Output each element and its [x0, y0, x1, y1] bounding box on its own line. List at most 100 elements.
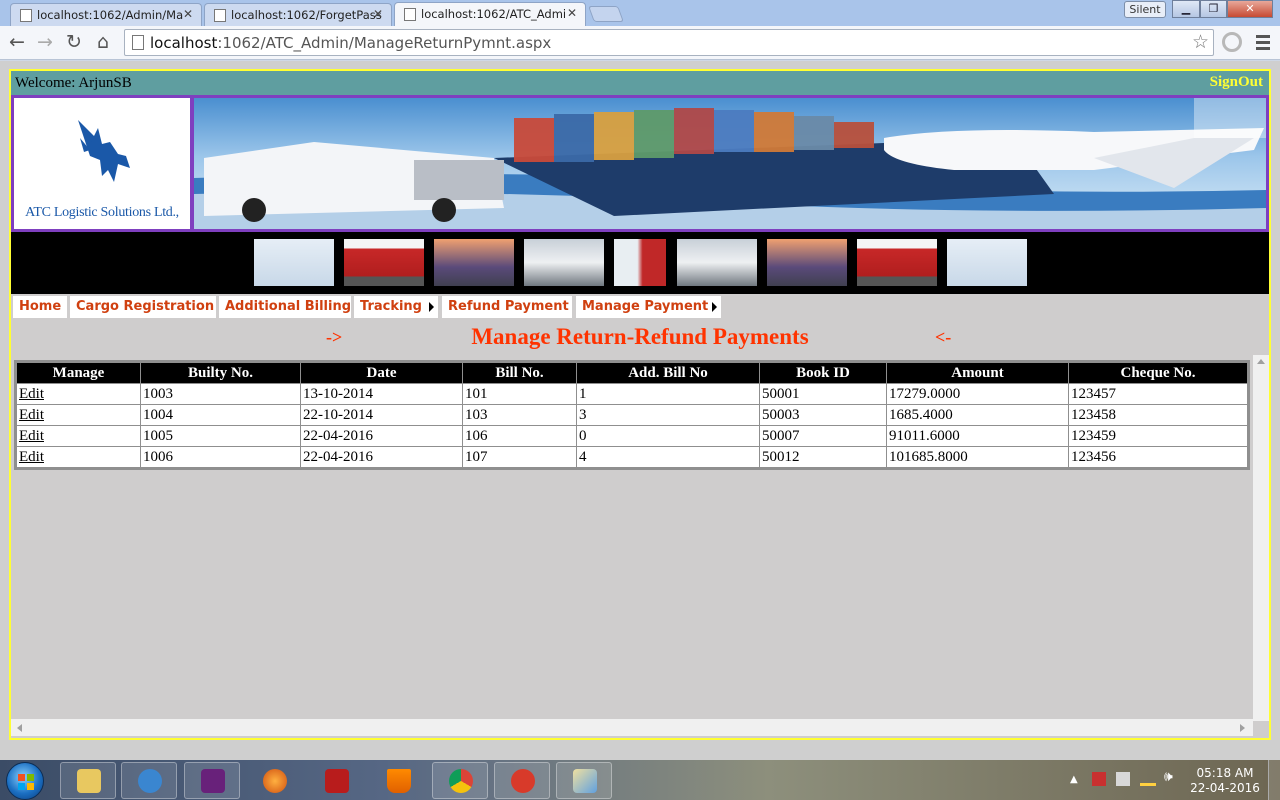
taskbar-clock[interactable]: 05:18 AM 22-04-2016 — [1190, 766, 1260, 796]
tab-title: localhost:1062/ForgetPass — [231, 8, 382, 22]
back-arrow-icon[interactable]: ← — [5, 30, 29, 54]
edit-link[interactable]: Edit — [19, 428, 44, 444]
cheque-no-cell: 123457 — [1068, 383, 1248, 405]
col-amount: Amount — [886, 362, 1069, 384]
browser-menu-icon[interactable] — [1256, 35, 1270, 53]
media-player-taskbar-button[interactable] — [121, 762, 177, 799]
menu-additional-billing[interactable]: Additional Billing — [219, 296, 351, 318]
col-cheque-no: Cheque No. — [1068, 362, 1248, 384]
chrome-taskbar-button[interactable] — [432, 762, 488, 799]
builty-no-cell: 1005 — [140, 425, 301, 447]
cheque-no-cell: 123456 — [1068, 446, 1248, 468]
action-center-icon[interactable] — [1092, 772, 1106, 786]
submenu-arrow-icon — [429, 302, 434, 312]
close-tab-icon[interactable]: ✕ — [567, 6, 577, 20]
forward-arrow-icon[interactable]: → — [33, 30, 57, 54]
vlc-icon — [387, 769, 411, 793]
menu-home[interactable]: Home — [13, 296, 67, 318]
firefox-taskbar-button[interactable] — [246, 762, 302, 799]
browser-toolbar: ← → ↻ ⌂ localhost:1062/ATC_Admin/ManageR… — [0, 26, 1280, 60]
acrobat-taskbar-button[interactable] — [308, 762, 364, 799]
hero-image — [194, 98, 1266, 229]
close-tab-icon[interactable]: ✕ — [373, 7, 383, 21]
table-row: Edit 1003 13-10-2014 101 1 50001 17279.0… — [16, 383, 1248, 405]
reload-icon[interactable]: ↻ — [62, 30, 86, 54]
menu-tracking[interactable]: Tracking — [354, 296, 438, 318]
visual-studio-icon — [201, 769, 225, 793]
cheque-no-cell: 123459 — [1068, 425, 1248, 447]
grid-header-row: Manage Builty No. Date Bill No. Add. Bil… — [16, 362, 1248, 384]
minimize-button[interactable]: ▁ — [1172, 0, 1200, 18]
address-bar[interactable]: localhost:1062/ATC_Admin/ManageReturnPym… — [124, 29, 1214, 56]
scroll-right-icon[interactable] — [1240, 724, 1245, 732]
bill-no-cell: 106 — [462, 425, 577, 447]
amount-cell: 101685.8000 — [886, 446, 1069, 468]
image-strip — [11, 232, 1269, 294]
edit-cell: Edit — [16, 425, 141, 447]
visual-studio-taskbar-button[interactable] — [184, 762, 240, 799]
horizontal-scrollbar[interactable] — [11, 719, 1253, 736]
scroll-left-icon[interactable] — [17, 724, 22, 732]
start-button[interactable] — [6, 762, 44, 800]
hero-illustration — [194, 98, 1266, 229]
show-hidden-icons-icon[interactable]: ▲ — [1070, 774, 1078, 785]
plane-truck-thumbnail — [254, 239, 334, 286]
paint-icon — [573, 769, 597, 793]
home-icon[interactable]: ⌂ — [91, 30, 115, 54]
tab-atc-admin[interactable]: localhost:1062/ATC_Admi ✕ — [394, 2, 586, 26]
menu-manage-payment[interactable]: Manage Payment — [576, 296, 721, 318]
builty-no-cell: 1003 — [140, 383, 301, 405]
date-cell: 22-04-2016 — [300, 446, 463, 468]
bill-no-cell: 103 — [462, 404, 577, 426]
cheque-no-cell: 123458 — [1068, 404, 1248, 426]
network-icon[interactable] — [1140, 772, 1156, 786]
sunset-truck-thumbnail — [434, 239, 514, 286]
clock-date: 22-04-2016 — [1190, 781, 1260, 795]
folder-icon — [77, 769, 101, 793]
payments-grid: Manage Builty No. Date Bill No. Add. Bil… — [14, 360, 1250, 470]
col-bill-no: Bill No. — [462, 362, 577, 384]
edit-cell: Edit — [16, 383, 141, 405]
welcome-bar: Welcome: ArjunSB SignOut — [11, 71, 1269, 95]
bookmark-star-icon[interactable]: ☆ — [1192, 31, 1209, 53]
tab-title: localhost:1062/Admin/Ma — [37, 8, 184, 22]
new-tab-button[interactable] — [588, 6, 624, 22]
edit-link[interactable]: Edit — [19, 407, 44, 423]
amount-cell: 91011.6000 — [886, 425, 1069, 447]
ccleaner-taskbar-button[interactable] — [494, 762, 550, 799]
page-icon — [404, 8, 416, 21]
volume-icon[interactable]: 🕪 — [1164, 769, 1173, 785]
table-row: Edit 1005 22-04-2016 106 0 50007 91011.6… — [16, 425, 1248, 447]
extension-icon[interactable] — [1222, 32, 1242, 52]
vlc-taskbar-button[interactable] — [370, 762, 426, 799]
title-arrow-right: <- — [935, 327, 952, 347]
menu-cargo-registration[interactable]: Cargo Registration — [70, 296, 216, 318]
table-row: Edit 1004 22-10-2014 103 3 50003 1685.40… — [16, 404, 1248, 426]
red-truck-thumbnail — [344, 239, 424, 286]
vertical-scrollbar[interactable] — [1253, 355, 1269, 721]
edit-link[interactable]: Edit — [19, 449, 44, 465]
paint-taskbar-button[interactable] — [556, 762, 612, 799]
close-window-button[interactable]: ✕ — [1227, 0, 1273, 18]
col-add-bill-no: Add. Bill No — [576, 362, 760, 384]
tab-admin[interactable]: localhost:1062/Admin/Ma ✕ — [10, 3, 202, 26]
scroll-up-icon[interactable] — [1257, 359, 1265, 364]
close-tab-icon[interactable]: ✕ — [183, 7, 193, 21]
edit-link[interactable]: Edit — [19, 386, 44, 402]
edit-cell: Edit — [16, 404, 141, 426]
date-cell: 22-10-2014 — [300, 404, 463, 426]
device-icon[interactable] — [1116, 772, 1130, 786]
menu-refund-payment[interactable]: Refund Payment — [442, 296, 572, 318]
tab-forget-password[interactable]: localhost:1062/ForgetPass ✕ — [204, 3, 392, 26]
add-bill-no-cell: 3 — [576, 404, 760, 426]
plane-truck-thumbnail — [947, 239, 1027, 286]
firefox-icon — [263, 769, 287, 793]
tab-title: localhost:1062/ATC_Admi — [421, 7, 567, 21]
file-explorer-taskbar-button[interactable] — [60, 762, 116, 799]
truck-side-thumbnail — [614, 239, 666, 286]
show-desktop-button[interactable] — [1268, 760, 1280, 800]
maximize-button[interactable]: ❐ — [1200, 0, 1227, 18]
logo-text: ATC Logistic Solutions Ltd., — [25, 205, 179, 220]
signout-link[interactable]: SignOut — [1210, 74, 1263, 91]
amount-cell: 1685.4000 — [886, 404, 1069, 426]
